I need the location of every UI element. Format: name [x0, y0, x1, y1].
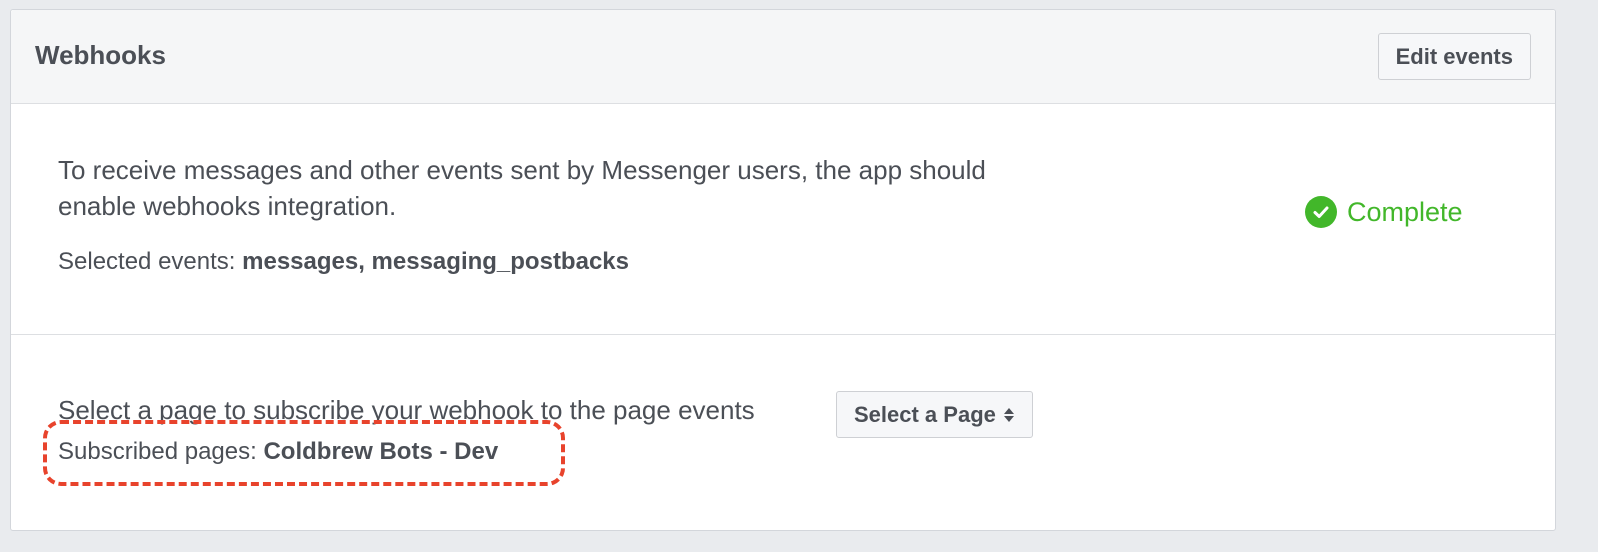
sort-arrows-icon [1003, 407, 1014, 422]
panel-title: Webhooks [35, 40, 166, 70]
selected-events-label: Selected events: [58, 248, 236, 275]
selected-events: Selected events: messages, messaging_pos… [58, 248, 629, 276]
select-page-dropdown[interactable]: Select a Page [836, 391, 1033, 438]
page-subscription-section: Select a page to subscribe your webhook … [11, 335, 1555, 531]
panel-header: Webhooks Edit events [11, 10, 1555, 104]
select-page-label: Select a Page [854, 401, 996, 427]
subscribed-pages: Subscribed pages: Coldbrew Bots - Dev [58, 438, 498, 466]
subscribed-pages-label: Subscribed pages: [58, 438, 257, 465]
edit-events-button[interactable]: Edit events [1377, 33, 1531, 80]
status-text: Complete [1347, 196, 1463, 227]
check-circle-icon [1305, 196, 1337, 228]
selected-events-value: messages, messaging_postbacks [242, 248, 629, 275]
webhooks-status-section: To receive messages and other events sen… [11, 104, 1555, 335]
subscribed-pages-value: Coldbrew Bots - Dev [263, 438, 499, 465]
webhooks-panel: Webhooks Edit events To receive messages… [10, 9, 1556, 531]
subscription-prompt: Select a page to subscribe your webhook … [58, 395, 755, 425]
webhooks-description: To receive messages and other events sen… [58, 155, 986, 221]
status-indicator: Complete [1305, 196, 1463, 228]
